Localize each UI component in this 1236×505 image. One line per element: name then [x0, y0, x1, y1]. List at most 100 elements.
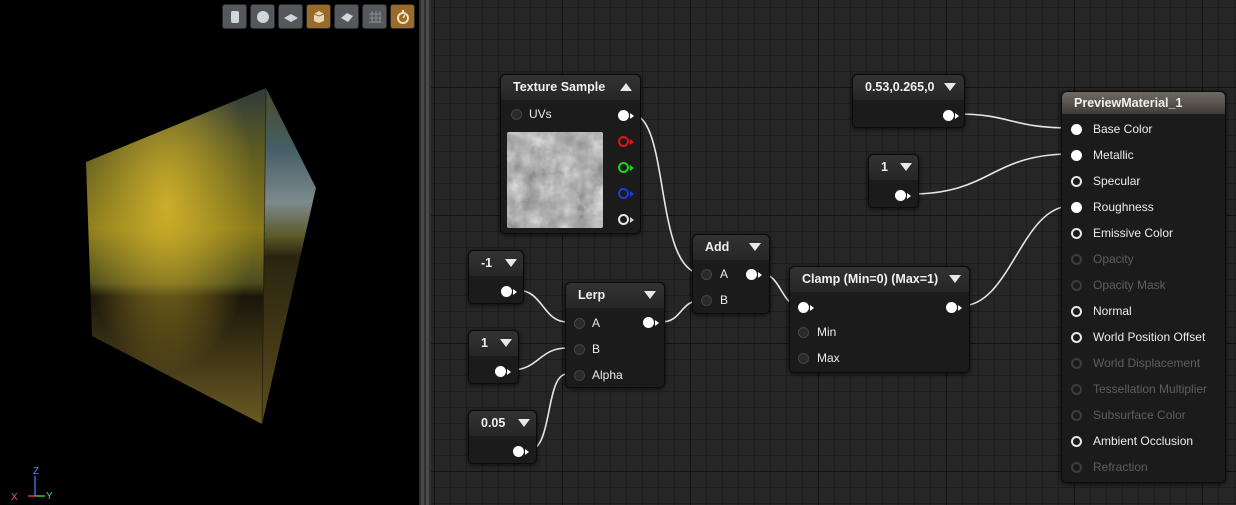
node-preview-material[interactable]: PreviewMaterial_1 Base Color Metallic Spec… [1061, 91, 1226, 483]
preview-viewport[interactable]: Z Y X [0, 0, 419, 505]
pin-label: B [720, 293, 729, 307]
material-input-label: Tessellation Multiplier [1093, 382, 1208, 396]
node-add[interactable]: Add A B [692, 234, 770, 314]
expand-icon[interactable] [518, 419, 530, 427]
pin-label: A [720, 267, 729, 281]
node-header: Clamp (Min=0) (Max=1) [790, 267, 969, 292]
cube-icon [313, 11, 325, 23]
material-input-label: Emissive Color [1093, 226, 1174, 240]
node-clamp[interactable]: Clamp (Min=0) (Max=1) Min Max [789, 266, 970, 373]
collapse-icon[interactable] [620, 83, 632, 91]
node-constant-metallic[interactable]: 1 [868, 154, 919, 208]
output-pin[interactable] [943, 110, 954, 121]
output-pin-rgb[interactable] [618, 110, 629, 121]
output-pin[interactable] [513, 446, 524, 457]
material-input-row: Tessellation Multiplier [1071, 380, 1221, 398]
node-title: Add [705, 240, 730, 254]
realtime-button[interactable] [390, 4, 415, 29]
material-input-pin [1071, 280, 1082, 291]
expand-icon[interactable] [505, 259, 517, 267]
material-input-row: Opacity Mask [1071, 276, 1221, 294]
pin-label: Min [817, 325, 837, 339]
expand-icon[interactable] [644, 291, 656, 299]
material-input-label: World Position Offset [1093, 330, 1206, 344]
pin-b: B [701, 291, 741, 309]
sphere-icon [257, 11, 269, 23]
node-header: -1 [469, 251, 523, 276]
input-pin-a[interactable] [701, 269, 712, 280]
material-input-row: Subsurface Color [1071, 406, 1221, 424]
cube-button[interactable] [306, 4, 331, 29]
material-input-pin[interactable] [1071, 150, 1082, 161]
mesh-button[interactable] [334, 4, 359, 29]
pin-uvs: UVs [511, 105, 611, 123]
output-arrow [513, 289, 517, 295]
material-input-pin [1071, 358, 1082, 369]
grid-icon [369, 11, 381, 23]
input-pin-a[interactable] [574, 318, 585, 329]
material-input-row: Normal [1071, 302, 1221, 320]
material-input-pin[interactable] [1071, 202, 1082, 213]
panel-splitter[interactable] [419, 0, 431, 505]
expand-icon[interactable] [944, 83, 956, 91]
output-pin[interactable] [495, 366, 506, 377]
input-pin-value[interactable] [798, 302, 809, 313]
pin-label: B [592, 342, 601, 356]
material-input-row: Base Color [1071, 120, 1221, 138]
axis-gizmo: Z Y X [11, 466, 53, 502]
output-pin[interactable] [643, 317, 654, 328]
output-pin-b[interactable] [618, 188, 629, 199]
cylinder-button[interactable] [222, 4, 247, 29]
output-pin-a[interactable] [618, 214, 629, 225]
preview-cube [86, 87, 316, 425]
output-pin-r[interactable] [618, 136, 629, 147]
output-arrow [758, 272, 762, 278]
expand-icon[interactable] [949, 275, 961, 283]
material-input-pin[interactable] [1071, 176, 1082, 187]
material-input-pin[interactable] [1071, 306, 1082, 317]
node-header: Texture Sample [501, 75, 640, 100]
output-pin[interactable] [746, 269, 757, 280]
output-pin[interactable] [895, 190, 906, 201]
node-lerp[interactable]: Lerp A B Alpha [565, 282, 665, 388]
output-pin[interactable] [501, 286, 512, 297]
node-title: 1 [481, 336, 488, 350]
axis-x-label: X [11, 492, 18, 502]
material-input-pin[interactable] [1071, 332, 1082, 343]
output-pin[interactable] [946, 302, 957, 313]
material-input-row: Roughness [1071, 198, 1221, 216]
material-input-pin[interactable] [1071, 124, 1082, 135]
material-input-label: Base Color [1093, 122, 1153, 136]
grid-button[interactable] [362, 4, 387, 29]
node-constant-color[interactable]: 0.53,0.265,0 [852, 74, 965, 128]
material-input-pin[interactable] [1071, 436, 1082, 447]
expand-icon[interactable] [749, 243, 761, 251]
material-input-pin[interactable] [1071, 228, 1082, 239]
expand-icon[interactable] [500, 339, 512, 347]
node-texture-sample[interactable]: Texture Sample UVs [500, 74, 641, 234]
input-pin-uvs[interactable] [511, 109, 522, 120]
sphere-button[interactable] [250, 4, 275, 29]
cylinder-icon [231, 11, 239, 23]
input-pin-max[interactable] [798, 353, 809, 364]
node-constant-one[interactable]: 1 [468, 330, 519, 384]
material-input-row: Metallic [1071, 146, 1221, 164]
input-pin-min[interactable] [798, 327, 809, 338]
material-graph[interactable]: Texture Sample UVs 0.53,0.265,0 1 -1 1 0… [431, 0, 1236, 505]
material-input-label: Subsurface Color [1093, 408, 1186, 422]
node-constant-neg1[interactable]: -1 [468, 250, 524, 304]
wire-metallic-to-metallic [910, 153, 1072, 195]
material-input-row: World Position Offset [1071, 328, 1221, 346]
material-input-pin [1071, 410, 1082, 421]
output-pin-g[interactable] [618, 162, 629, 173]
input-pin-b[interactable] [574, 344, 585, 355]
wire-one-to-lerp-b [510, 347, 568, 371]
expand-icon[interactable] [900, 163, 912, 171]
node-title: 0.53,0.265,0 [865, 80, 935, 94]
plane-button[interactable] [278, 4, 303, 29]
output-arrow [907, 193, 911, 199]
input-pin-b[interactable] [701, 295, 712, 306]
input-pin-alpha[interactable] [574, 370, 585, 381]
pin-max: Max [798, 349, 858, 367]
node-constant-alpha[interactable]: 0.05 [468, 410, 537, 464]
